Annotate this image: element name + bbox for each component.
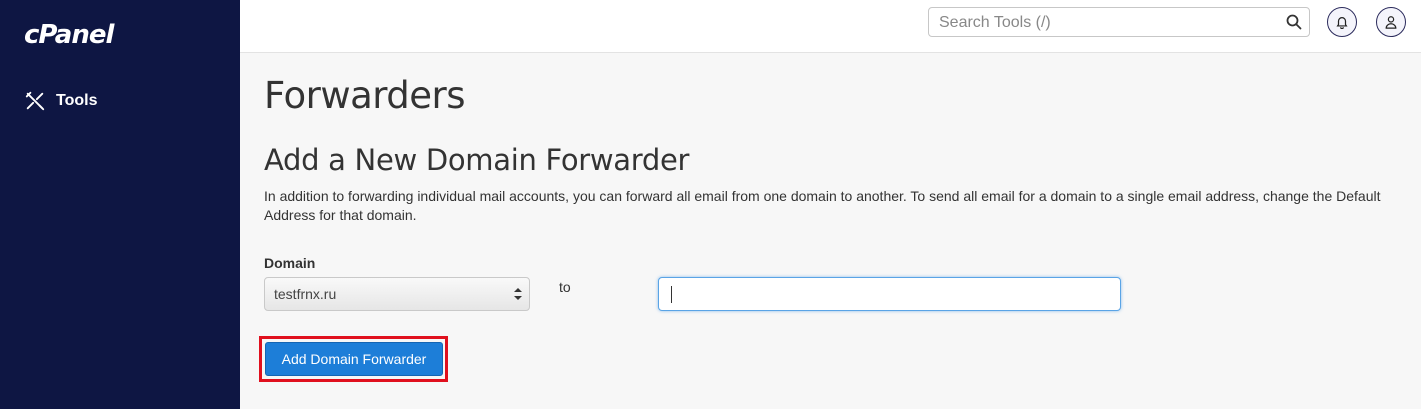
destination-domain-input[interactable] bbox=[658, 277, 1121, 311]
text-caret bbox=[671, 286, 672, 303]
domain-label: Domain bbox=[264, 255, 316, 271]
domain-select-value: testfrnx.ru bbox=[274, 286, 337, 302]
bell-icon bbox=[1336, 17, 1348, 29]
to-label: to bbox=[559, 279, 571, 295]
section-title: Add a New Domain Forwarder bbox=[264, 143, 690, 177]
tools-icon bbox=[25, 91, 45, 111]
select-arrows-icon bbox=[514, 288, 522, 300]
user-menu-button[interactable] bbox=[1376, 7, 1406, 37]
notifications-button[interactable] bbox=[1327, 7, 1357, 37]
search-input[interactable] bbox=[937, 11, 1281, 35]
domain-select[interactable]: testfrnx.ru bbox=[264, 277, 530, 311]
page-title: Forwarders bbox=[264, 74, 466, 117]
add-domain-forwarder-button[interactable]: Add Domain Forwarder bbox=[265, 342, 443, 376]
cpanel-logo[interactable]: cPanel bbox=[24, 20, 114, 50]
user-icon bbox=[1385, 16, 1397, 29]
sidebar-item-tools[interactable]: Tools bbox=[24, 86, 224, 116]
sidebar-item-label: Tools bbox=[56, 92, 98, 109]
top-header bbox=[240, 0, 1421, 53]
search-icon[interactable] bbox=[1286, 14, 1302, 30]
search-box[interactable] bbox=[928, 7, 1310, 37]
sidebar: cPanel Tools bbox=[0, 0, 240, 409]
section-description: In addition to forwarding individual mai… bbox=[264, 188, 1381, 223]
